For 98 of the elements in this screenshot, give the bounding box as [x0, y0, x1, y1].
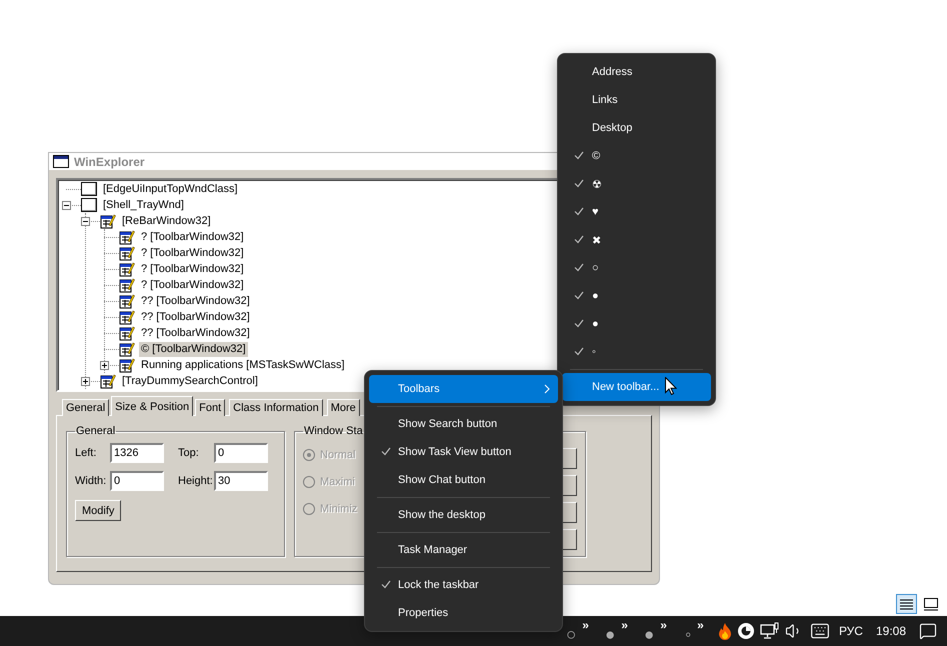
checkmark-icon: [574, 347, 584, 356]
window-pencil-icon: [119, 245, 135, 261]
menu-item[interactable]: ●: [562, 310, 711, 338]
expand-icon[interactable]: [100, 360, 109, 370]
menu-item[interactable]: Task Manager: [369, 536, 558, 564]
menu-item[interactable]: ©: [562, 142, 711, 170]
toolbar-item[interactable]: ◦: [685, 626, 692, 644]
collapse-icon[interactable]: [62, 200, 71, 210]
menu-item[interactable]: ☢: [562, 170, 711, 198]
tree-item[interactable]: © [ToolbarWindow32]: [139, 342, 248, 356]
toolbar-item[interactable]: ●: [644, 626, 654, 644]
window-pencil-icon: [119, 261, 135, 277]
window-pencil-icon: [119, 277, 135, 293]
blank-window-icon: [81, 198, 97, 212]
checkmark-icon: [574, 179, 584, 188]
menu-item[interactable]: New toolbar...: [562, 373, 711, 401]
checkmark-icon: [574, 207, 584, 216]
menu-item[interactable]: Properties: [369, 599, 558, 627]
menu-item[interactable]: ✖: [562, 226, 711, 254]
flame-icon[interactable]: [718, 622, 732, 640]
window-pencil-icon: [119, 341, 135, 357]
checkmark-icon: [574, 319, 584, 328]
tab[interactable]: Font: [195, 399, 226, 416]
clock[interactable]: 19:08: [872, 624, 910, 638]
field-label: Top:: [178, 447, 200, 459]
keyboard-icon[interactable]: [810, 621, 830, 641]
number-field[interactable]: 1326: [110, 443, 164, 463]
window-pencil-icon: [119, 309, 135, 325]
field-label: Width:: [75, 475, 108, 487]
toolbar-overflow[interactable]: »: [697, 620, 704, 630]
window-pencil-icon: [100, 213, 116, 229]
window-pencil-icon: [119, 229, 135, 245]
radio-label: Normal: [320, 449, 356, 461]
tree-item[interactable]: [TrayDummySearchControl]: [120, 374, 260, 388]
checkmark-icon: [381, 447, 391, 456]
toolbar-item[interactable]: ●: [604, 626, 616, 644]
radio-label: Minimiz: [320, 503, 358, 515]
menu-item[interactable]: ◦: [562, 338, 711, 366]
menu-item[interactable]: ♥: [562, 198, 711, 226]
tree-item[interactable]: ? [ToolbarWindow32]: [139, 230, 246, 244]
toolbar-overflow[interactable]: »: [621, 620, 628, 630]
checkmark-icon: [574, 263, 584, 272]
tree-item[interactable]: ?? [ToolbarWindow32]: [139, 294, 252, 308]
menu-item[interactable]: Toolbars: [369, 375, 558, 403]
expand-icon[interactable]: [81, 376, 90, 386]
tree-item[interactable]: ?? [ToolbarWindow32]: [139, 326, 252, 340]
list-view-icon[interactable]: [896, 594, 917, 614]
checkmark-icon: [574, 291, 584, 300]
tree-item[interactable]: ?? [ToolbarWindow32]: [139, 310, 252, 324]
tree-item[interactable]: ? [ToolbarWindow32]: [139, 262, 246, 276]
number-field[interactable]: 0: [110, 471, 164, 491]
tab[interactable]: More: [326, 399, 360, 416]
mouse-pointer-icon: [665, 377, 677, 395]
toolbar-item[interactable]: ○: [566, 626, 576, 644]
tree-item[interactable]: ? [ToolbarWindow32]: [139, 278, 246, 292]
menu-item[interactable]: Address: [562, 58, 711, 86]
tree-item[interactable]: [EdgeUiInputTopWndClass]: [101, 182, 240, 196]
group-title: General: [75, 425, 116, 437]
menu-item[interactable]: ○: [562, 254, 711, 282]
menu-item[interactable]: Show Search button: [369, 410, 558, 438]
toolbar-overflow[interactable]: »: [660, 620, 667, 630]
tab[interactable]: General: [62, 399, 110, 416]
tab[interactable]: Class Information: [229, 399, 323, 416]
tree-item[interactable]: ? [ToolbarWindow32]: [139, 246, 246, 260]
field-label: Left:: [75, 447, 98, 459]
modify-button[interactable]: Modify: [75, 500, 122, 521]
tree-item[interactable]: [Shell_TrayWnd]: [101, 198, 186, 212]
window-pencil-icon: [119, 325, 135, 341]
network-icon[interactable]: [760, 622, 780, 640]
tree-item[interactable]: Running applications [MSTaskSwWClass]: [139, 358, 347, 372]
menu-item[interactable]: Lock the taskbar: [369, 571, 558, 599]
menu-item[interactable]: Show Chat button: [369, 466, 558, 494]
window-title: WinExplorer: [74, 154, 145, 168]
group-title: Window Sta: [303, 425, 364, 437]
checkmark-icon: [574, 235, 584, 244]
menu-item[interactable]: Show the desktop: [369, 501, 558, 529]
chevron-right-icon: [544, 384, 550, 394]
tab[interactable]: Size & Position: [111, 396, 194, 416]
window-pencil-icon: [100, 373, 116, 389]
window-pencil-icon: [119, 293, 135, 309]
radio-label: Maximi: [320, 476, 355, 488]
toolbar-overflow[interactable]: »: [582, 620, 589, 630]
menu-item[interactable]: ●: [562, 282, 711, 310]
notifications-icon[interactable]: [919, 622, 937, 640]
language-indicator[interactable]: РУС: [834, 624, 867, 638]
swirl-icon[interactable]: [736, 622, 755, 640]
menu-item[interactable]: Links: [562, 86, 711, 114]
checkmark-icon: [381, 580, 391, 589]
menu-item[interactable]: Show Task View button: [369, 438, 558, 466]
number-field[interactable]: 30: [214, 471, 268, 491]
menu-item[interactable]: Desktop: [562, 114, 711, 142]
blank-window-icon: [81, 182, 97, 196]
tree-item[interactable]: [ReBarWindow32]: [120, 214, 213, 228]
collapse-icon[interactable]: [81, 216, 90, 226]
field-label: Height:: [178, 475, 214, 487]
number-field[interactable]: 0: [214, 443, 268, 463]
checkmark-icon: [574, 151, 584, 160]
window-pencil-icon: [119, 357, 135, 373]
